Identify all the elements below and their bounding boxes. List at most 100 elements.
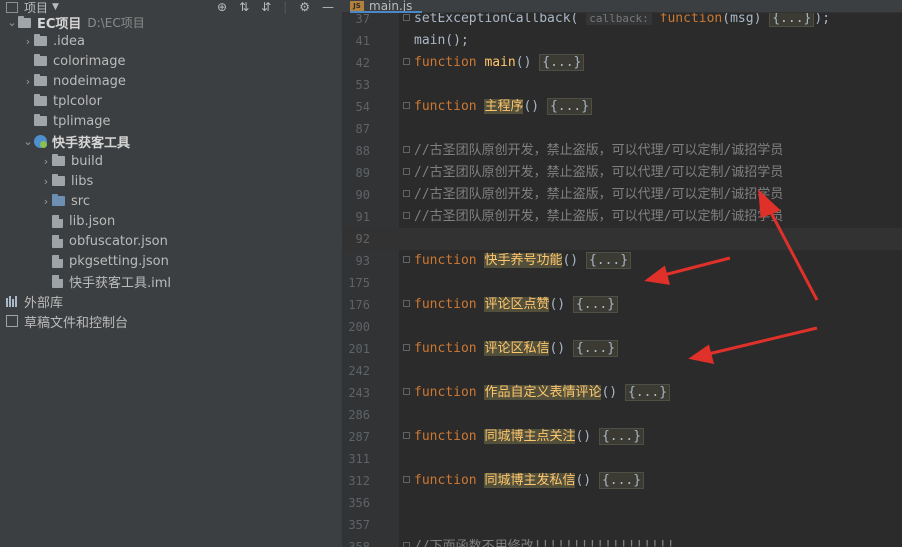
fold-toggle-icon[interactable] <box>403 58 410 65</box>
fold-toggle-icon[interactable] <box>403 300 410 307</box>
tree-item[interactable]: colorimage <box>0 51 342 71</box>
code-line[interactable]: 311 <box>342 448 902 470</box>
line-number: 175 <box>348 276 370 290</box>
gear-icon[interactable]: ⚙ <box>299 0 310 14</box>
folder-icon <box>34 94 47 106</box>
folded-region[interactable]: {...} <box>572 340 619 357</box>
code-line[interactable]: 200 <box>342 316 902 338</box>
fold-toggle-icon[interactable] <box>403 344 410 351</box>
folded-region[interactable]: {...} <box>572 296 619 313</box>
keyword-token: function <box>414 473 477 488</box>
fold-toggle-icon[interactable] <box>403 476 410 483</box>
chevron-icon[interactable]: › <box>22 31 34 51</box>
code-text: //古圣团队原创开发，禁止盗版，可以代理/可以定制/诚招学员 <box>414 184 783 206</box>
code-line[interactable]: 88 //古圣团队原创开发，禁止盗版，可以代理/可以定制/诚招学员 <box>342 140 902 162</box>
line-number: 89 <box>355 166 370 180</box>
tree-item[interactable]: 外部库 <box>0 291 342 311</box>
fold-toggle-icon[interactable] <box>403 146 410 153</box>
code-text: function 同城博主发私信() {...} <box>414 470 645 492</box>
code-line[interactable]: 243 function 作品自定义表情评论() {...} <box>342 382 902 404</box>
tree-item[interactable]: pkgsetting.json <box>0 251 342 271</box>
code-line[interactable]: 53 <box>342 74 902 96</box>
collapse-all-icon[interactable]: ⇵ <box>261 0 271 14</box>
tree-item[interactable]: obfuscator.json <box>0 231 342 251</box>
tree-item[interactable]: tplimage <box>0 111 342 131</box>
tree-item[interactable]: lib.json <box>0 211 342 231</box>
code-line[interactable]: 356 <box>342 492 902 514</box>
code-line[interactable]: 54 function 主程序() {...} <box>342 96 902 118</box>
locate-icon[interactable]: ⊕ <box>217 0 227 14</box>
tree-item[interactable]: › nodeimage <box>0 71 342 91</box>
code-line[interactable]: 357 <box>342 514 902 536</box>
folded-region[interactable]: {...} <box>585 252 632 269</box>
code-line[interactable]: 42 function main() {...} <box>342 52 902 74</box>
fold-toggle-icon[interactable] <box>403 388 410 395</box>
chevron-icon[interactable]: ⌄ <box>22 131 34 151</box>
folded-region[interactable]: {...} <box>546 98 593 115</box>
code-line[interactable]: 41 main(); <box>342 30 902 52</box>
folded-region[interactable]: {...} <box>598 472 645 489</box>
expand-all-icon[interactable]: ⇅ <box>239 0 249 14</box>
line-number: 311 <box>348 452 370 466</box>
tab-main-js[interactable]: JS main.js <box>350 0 423 13</box>
code-line[interactable]: 358 //下面函数不用修改!!!!!!!!!!!!!!!!!! <box>342 536 902 547</box>
code-line[interactable]: 90 //古圣团队原创开发，禁止盗版，可以代理/可以定制/诚招学员 <box>342 184 902 206</box>
tree-item[interactable]: 快手获客工具.iml <box>0 271 342 291</box>
code-line[interactable]: 93 function 快手养号功能() {...} <box>342 250 902 272</box>
fold-toggle-icon[interactable] <box>403 542 410 547</box>
function-name: 同城博主发私信 <box>484 473 576 488</box>
code-line[interactable]: 242 <box>342 360 902 382</box>
code-comment: //古圣团队原创开发，禁止盗版，可以代理/可以定制/诚招学员 <box>414 187 784 202</box>
minimize-icon[interactable]: — <box>322 0 334 14</box>
code-line[interactable]: 287 function 同城博主点关注() {...} <box>342 426 902 448</box>
code-line[interactable]: 312 function 同城博主发私信() {...} <box>342 470 902 492</box>
chevron-down-icon: ⌄ <box>7 16 17 29</box>
code-line[interactable]: 89 //古圣团队原创开发，禁止盗版，可以代理/可以定制/诚招学员 <box>342 162 902 184</box>
fold-toggle-icon[interactable] <box>403 168 410 175</box>
tree-item[interactable]: ⌄ 快手获客工具 <box>0 131 342 151</box>
code-line[interactable]: 286 <box>342 404 902 426</box>
tree-item[interactable]: › build <box>0 151 342 171</box>
code-comment: //古圣团队原创开发，禁止盗版，可以代理/可以定制/诚招学员 <box>414 209 784 224</box>
tree-item[interactable]: › .idea <box>0 31 342 51</box>
tree-item-label: lib.json <box>69 213 116 229</box>
code-line[interactable]: 201 function 评论区私信() {...} <box>342 338 902 360</box>
folded-region[interactable]: {...} <box>539 54 585 71</box>
tree-item[interactable]: 草稿文件和控制台 <box>0 311 342 331</box>
code-line[interactable]: 175 <box>342 272 902 294</box>
fold-toggle-icon[interactable] <box>403 190 410 197</box>
tree-item-label: colorimage <box>53 53 126 69</box>
tree-item[interactable]: ⌄ EC项目 D:\EC项目 <box>0 14 342 32</box>
code-token: (msg) <box>722 11 770 26</box>
chevron-icon[interactable]: › <box>40 151 52 171</box>
folded-region[interactable]: {...} <box>624 384 671 401</box>
chevron-icon[interactable]: › <box>40 191 52 211</box>
code-editor[interactable]: 37 setExceptionCallback( callback: functi… <box>342 0 902 547</box>
chevron-icon[interactable]: › <box>22 71 34 91</box>
fold-toggle-icon[interactable] <box>403 432 410 439</box>
fold-toggle-icon[interactable] <box>403 14 410 21</box>
line-number: 87 <box>355 122 370 136</box>
code-text: function 主程序() {...} <box>414 96 593 118</box>
keyword-token: function <box>414 341 477 356</box>
fold-toggle-icon[interactable] <box>403 102 410 109</box>
tree-item-label: tplimage <box>53 113 111 129</box>
code-line[interactable]: 176 function 评论区点赞() {...} <box>342 294 902 316</box>
folded-region[interactable]: {...} <box>598 428 645 445</box>
tree-item-label: build <box>71 153 103 169</box>
tree-item[interactable]: tplcolor <box>0 91 342 111</box>
chevron-down-icon[interactable]: ▼ <box>52 2 59 12</box>
code-line[interactable]: 91 //古圣团队原创开发，禁止盗版，可以代理/可以定制/诚招学员 <box>342 206 902 228</box>
tree-item[interactable]: › src <box>0 191 342 211</box>
fold-toggle-icon[interactable] <box>403 256 410 263</box>
tree-item[interactable]: › libs <box>0 171 342 191</box>
chevron-icon[interactable]: › <box>40 171 52 191</box>
project-panel-title[interactable]: 项目 <box>24 0 48 16</box>
editor-tab-bar: JS main.js <box>342 0 902 13</box>
fold-toggle-icon[interactable] <box>403 212 410 219</box>
tree-item-label: EC项目 <box>37 17 82 32</box>
code-line[interactable]: 87 <box>342 118 902 140</box>
code-line[interactable]: 92 <box>342 228 902 250</box>
